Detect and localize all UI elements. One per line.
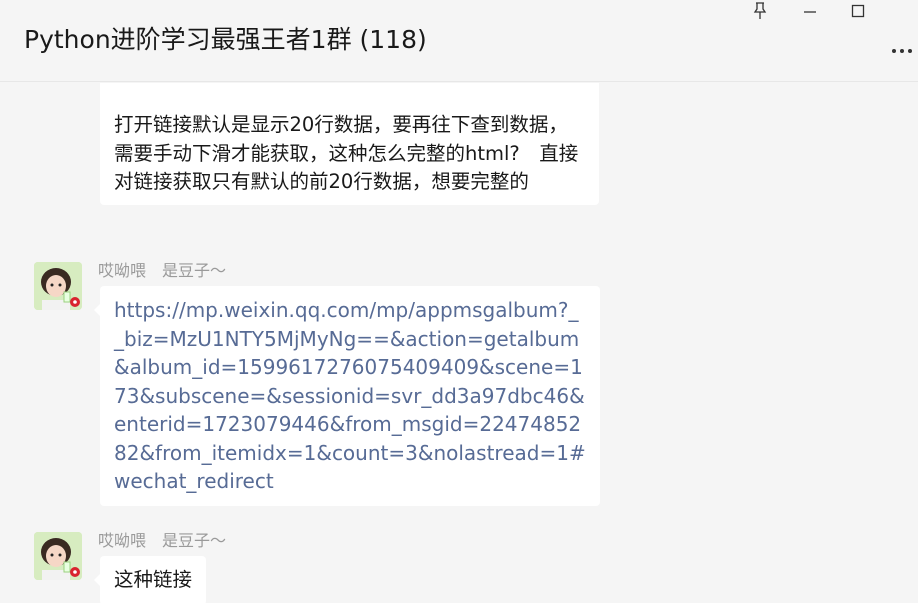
message-link[interactable]: https://mp.weixin.qq.com/mp/appmsgalbum?…: [114, 298, 586, 493]
sender-name: 哎呦喂 是豆子～: [98, 261, 227, 280]
message-bubble[interactable]: 打开链接默认是显示20行数据，要再往下查到数据，需要手动下滑才能获取，这种怎么完…: [100, 83, 599, 205]
maximize-button[interactable]: [838, 0, 878, 22]
link-message-bubble[interactable]: https://mp.weixin.qq.com/mp/appmsgalbum?…: [100, 286, 600, 506]
message-text: 打开链接默认是显示20行数据，要再往下查到数据，需要手动下滑才能获取，这种怎么完…: [114, 113, 579, 193]
sender-name: 哎呦喂 是豆子～: [98, 531, 227, 550]
chat-header: Python进阶学习最强王者1群 (118): [0, 0, 918, 82]
message-bubble[interactable]: 这种链接: [100, 556, 207, 603]
minimize-button[interactable]: [790, 0, 830, 22]
maximize-icon: [851, 4, 865, 18]
message-text: 这种链接: [114, 568, 193, 591]
more-icon: [891, 39, 913, 58]
chat-window: Python进阶学习最强王者1群 (118) 打开链接默认是显示20行数据，要再…: [0, 0, 918, 603]
more-button[interactable]: [888, 36, 916, 60]
message-list[interactable]: 打开链接默认是显示20行数据，要再往下查到数据，需要手动下滑才能获取，这种怎么完…: [0, 83, 918, 603]
avatar-image: [34, 532, 82, 580]
avatar[interactable]: [34, 262, 82, 310]
chat-title: Python进阶学习最强王者1群 (118): [24, 25, 427, 54]
avatar[interactable]: [34, 532, 82, 580]
minimize-icon: [803, 4, 817, 18]
pin-icon: [752, 2, 768, 20]
avatar-image: [34, 262, 82, 310]
pin-button[interactable]: [740, 0, 780, 22]
